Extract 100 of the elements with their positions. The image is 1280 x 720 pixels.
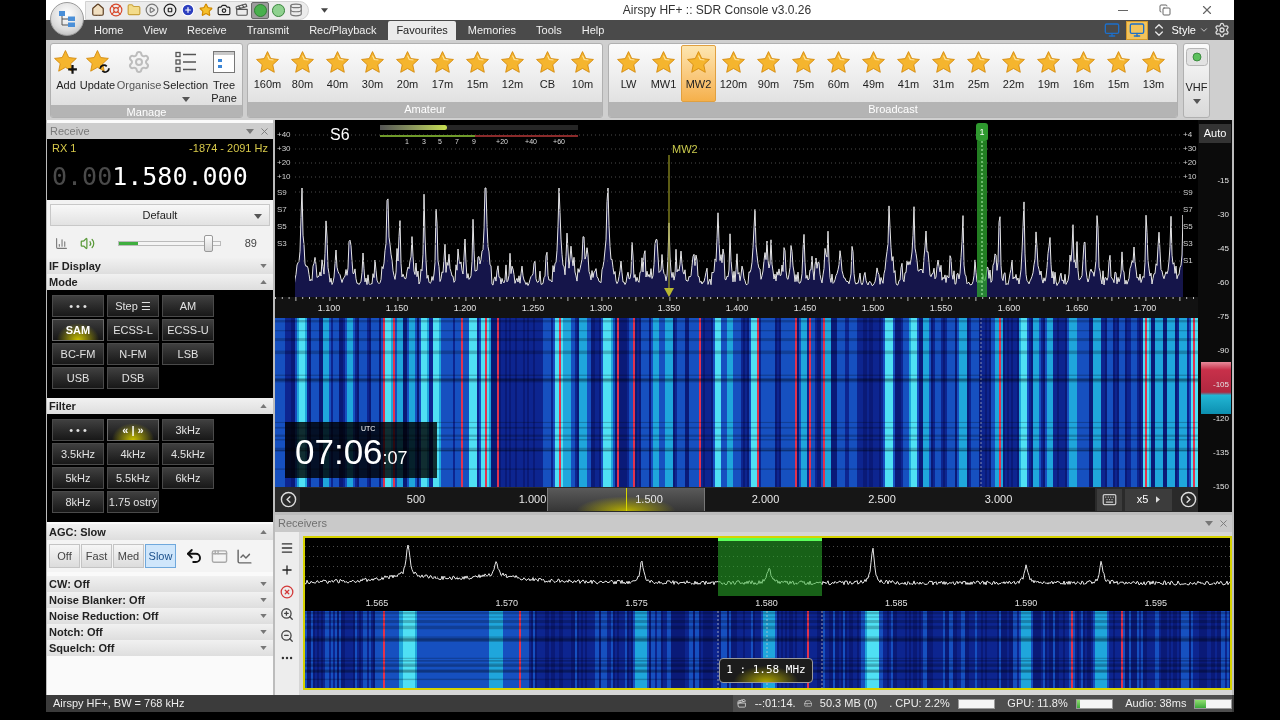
favourite-button[interactable]: 20m	[390, 45, 425, 102]
app-menu-button[interactable]	[50, 2, 84, 36]
favourite-button[interactable]: 22m	[996, 45, 1031, 102]
favourite-button[interactable]: 25m	[961, 45, 996, 102]
filter-button[interactable]: 8kHz	[52, 491, 104, 513]
zoom-button[interactable]: x5	[1125, 488, 1172, 511]
ribbon-tab[interactable]: Rec/Playback	[299, 21, 387, 40]
mode-button[interactable]: ECSS-U	[162, 319, 214, 341]
favourite-button[interactable]: 16m	[1066, 45, 1101, 102]
agc-button[interactable]: Off	[49, 544, 80, 568]
ribbon-button[interactable]: Update	[79, 44, 116, 105]
favourite-button[interactable]: 13m	[1136, 45, 1171, 102]
favourite-button[interactable]: 30m	[355, 45, 390, 102]
filter-button[interactable]: « | »	[107, 419, 159, 441]
vhf-button[interactable]: VHF	[1183, 43, 1210, 118]
ribbon-tab[interactable]: Receive	[177, 21, 237, 40]
ribbon-tab[interactable]: Favourites	[388, 21, 456, 40]
favourite-button[interactable]: 31m	[926, 45, 961, 102]
settings-icon[interactable]	[1214, 22, 1230, 38]
ribbon-tab[interactable]: Home	[84, 21, 134, 40]
favourite-button[interactable]: CB	[530, 45, 565, 102]
favourite-button[interactable]: 10m	[565, 45, 600, 102]
favourite-button[interactable]: MW2	[681, 45, 716, 102]
preset-dropdown[interactable]: Default	[50, 204, 270, 226]
ribbon-tab[interactable]: Help	[571, 21, 615, 40]
favourite-button[interactable]: 120m	[716, 45, 751, 102]
ribbon-button[interactable]: Add	[53, 44, 79, 105]
toolbar-button[interactable]	[179, 1, 197, 19]
level-bars-icon[interactable]	[55, 236, 68, 250]
section-header[interactable]: AGC: Slow	[47, 524, 273, 540]
favourite-button[interactable]: 40m	[320, 45, 355, 102]
slider-thumb[interactable]	[203, 234, 213, 252]
toolbar-button[interactable]	[89, 1, 107, 19]
section-header[interactable]: Notch: Off	[47, 624, 273, 640]
overview-track[interactable]: 500 1.000 1.500 2.000 2.500 3.000	[300, 488, 1095, 511]
favourite-button[interactable]: 75m	[786, 45, 821, 102]
mode-button[interactable]: DSB	[107, 367, 159, 389]
agc-button[interactable]: Med	[113, 544, 144, 568]
auto-button[interactable]: Auto	[1199, 124, 1231, 143]
section-header[interactable]: Filter	[47, 398, 273, 414]
passband-highlight[interactable]	[718, 538, 822, 596]
toolbar-button[interactable]	[233, 1, 251, 19]
filter-button[interactable]: 5kHz	[52, 467, 104, 489]
filter-button[interactable]: 4.5kHz	[162, 443, 214, 465]
toolbar-button[interactable]	[161, 1, 179, 19]
section-header[interactable]: Noise Blanker: Off	[47, 592, 273, 608]
favourite-button[interactable]: 15m	[460, 45, 495, 102]
ribbon-button[interactable]: Selection	[162, 44, 209, 105]
filter-button[interactable]: 3kHz	[162, 419, 214, 441]
close-icon[interactable]	[259, 125, 270, 137]
favourite-button[interactable]: 90m	[751, 45, 786, 102]
favourite-button[interactable]: 12m	[495, 45, 530, 102]
scroll-left-button[interactable]	[278, 489, 298, 510]
keyboard-button[interactable]	[1097, 488, 1122, 511]
style-menu[interactable]: Style	[1169, 21, 1211, 39]
mode-button[interactable]: Step ☰	[107, 295, 159, 317]
view-button[interactable]	[1125, 20, 1148, 40]
receiver-tag[interactable]: 1	[976, 123, 988, 141]
mode-button[interactable]: AM	[162, 295, 214, 317]
ribbon-tab[interactable]: Tools	[526, 21, 572, 40]
filter-button[interactable]: 4kHz	[107, 443, 159, 465]
favourite-button[interactable]: 60m	[821, 45, 856, 102]
favourite-button[interactable]: 15m	[1101, 45, 1136, 102]
panel-menu-caret-icon[interactable]	[246, 128, 254, 134]
ribbon-tab[interactable]: View	[133, 21, 177, 40]
mode-button[interactable]: N-FM	[107, 343, 159, 365]
filter-button[interactable]: 1.75 ostrý	[107, 491, 159, 513]
favourite-button[interactable]: LW	[611, 45, 646, 102]
ribbon-button[interactable]: Tree Pane	[209, 44, 239, 105]
favourite-button[interactable]: 41m	[891, 45, 926, 102]
panel-menu-caret-icon[interactable]	[1205, 521, 1213, 526]
section-header[interactable]: IF Display	[47, 258, 273, 274]
section-header[interactable]: Noise Reduction: Off	[47, 608, 273, 624]
ribbon-tab[interactable]: Transmit	[236, 21, 300, 40]
favourite-button[interactable]: 80m	[285, 45, 320, 102]
mode-button[interactable]: • • •	[52, 295, 104, 317]
mode-button[interactable]: SAM	[52, 319, 104, 341]
undo-arrow-icon[interactable]	[185, 547, 203, 565]
mode-button[interactable]: USB	[52, 367, 104, 389]
filter-button[interactable]: 6kHz	[162, 467, 214, 489]
filter-button[interactable]: 5.5kHz	[107, 467, 159, 489]
section-header[interactable]: CW: Off	[47, 576, 273, 592]
agc-button[interactable]: Slow	[145, 544, 176, 568]
ribbon-tab[interactable]: Memories	[457, 21, 527, 40]
favourite-button[interactable]: MW1	[646, 45, 681, 102]
chart-icon[interactable]	[236, 547, 253, 565]
mode-button[interactable]: BC-FM	[52, 343, 104, 365]
mode-button[interactable]: LSB	[162, 343, 214, 365]
scroll-right-button[interactable]	[1178, 489, 1198, 510]
favourite-button[interactable]: 160m	[250, 45, 285, 102]
view-range-handle[interactable]	[547, 488, 705, 511]
section-header[interactable]: Mode	[47, 274, 273, 290]
section-header[interactable]: Squelch: Off	[47, 640, 273, 656]
customize-caret-icon[interactable]	[321, 7, 328, 13]
favourite-button[interactable]: 19m	[1031, 45, 1066, 102]
favourite-button[interactable]: 49m	[856, 45, 891, 102]
mode-button[interactable]: ECSS-L	[107, 319, 159, 341]
filter-button[interactable]: 3.5kHz	[52, 443, 104, 465]
agc-button[interactable]: Fast	[81, 544, 112, 568]
filter-button[interactable]: • • •	[52, 419, 104, 441]
